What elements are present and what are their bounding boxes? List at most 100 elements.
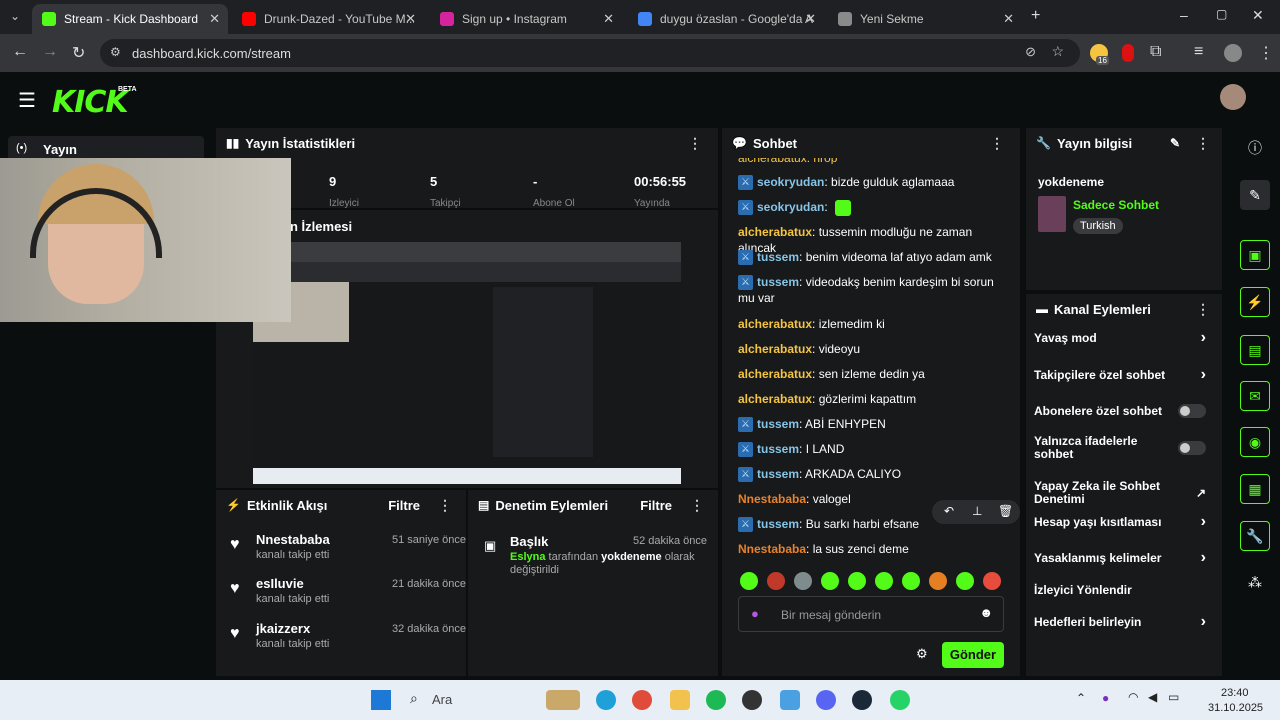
volume-icon[interactable]: ◀ <box>1148 690 1157 704</box>
channel-action-item[interactable]: Abonelere özel sohbet <box>1034 397 1206 425</box>
more-options-icon[interactable]: ⋮ <box>1196 301 1210 318</box>
chat-username[interactable]: tussem <box>757 417 799 431</box>
chat-input[interactable]: ● Bir mesaj gönderin ☻ <box>738 596 1004 632</box>
close-tab-icon[interactable]: ✕ <box>603 11 614 27</box>
channel-action-item[interactable]: Hesap yaşı kısıtlaması › <box>1034 508 1206 536</box>
back-icon[interactable]: ← <box>12 43 28 61</box>
microphone-icon[interactable]: ● <box>751 606 759 621</box>
chat-message[interactable]: ⚔ seokryudan: bizde gulduk aglamaaa <box>738 174 1008 191</box>
media-control-icon[interactable]: ≡ <box>1194 43 1203 61</box>
filter-button[interactable]: Filtre <box>388 498 420 513</box>
spotify-icon[interactable] <box>706 690 726 710</box>
toggle-switch[interactable] <box>1178 404 1206 418</box>
send-button[interactable]: Gönder <box>942 642 1004 668</box>
chat-username[interactable]: tussem <box>757 467 799 481</box>
search-icon[interactable]: ⌕ <box>410 690 418 707</box>
browser-tab[interactable]: Sign up • Instagram ✕ <box>430 4 622 34</box>
wifi-icon[interactable]: ◠ <box>1128 690 1138 704</box>
follower-name[interactable]: jkaizzerx <box>256 621 310 636</box>
chat-username[interactable]: alcherabatux <box>738 225 812 239</box>
emote-icon[interactable] <box>956 572 974 590</box>
close-tab-icon[interactable]: ✕ <box>805 11 816 27</box>
microphone-icon[interactable]: ● <box>1102 691 1109 705</box>
bookmark-star-icon[interactable]: ☆ <box>1051 43 1064 60</box>
user-avatar[interactable] <box>1220 84 1246 110</box>
taskbar-search[interactable]: Ara <box>432 692 452 707</box>
chat-settings-icon[interactable]: ⚙ <box>916 646 928 662</box>
share-nodes-icon[interactable]: ⁂ <box>1240 567 1270 597</box>
chat-username[interactable]: Nnestababa <box>738 492 806 506</box>
emote-icon[interactable] <box>740 572 758 590</box>
reload-icon[interactable]: ↻ <box>72 43 85 63</box>
delete-icon[interactable]: 🗑 <box>998 504 1013 518</box>
chat-username[interactable]: alcherabatux <box>738 392 812 406</box>
emote-icon[interactable] <box>902 572 920 590</box>
steam-icon[interactable] <box>852 690 872 710</box>
chat-message[interactable]: alcherabatux: videoyu <box>738 341 1008 357</box>
browser-tab[interactable]: Drunk-Dazed - YouTube M... ✕ <box>232 4 424 34</box>
reply-icon[interactable]: ↶ <box>944 504 954 518</box>
battery-icon[interactable]: ▭ <box>1168 690 1179 704</box>
file-explorer-icon[interactable] <box>670 690 690 710</box>
chat-username[interactable]: seokryudan <box>757 200 824 214</box>
category-name[interactable]: Sadece Sohbet <box>1073 198 1159 212</box>
close-window-icon[interactable]: ✕ <box>1252 7 1264 24</box>
discord-icon[interactable] <box>816 690 836 710</box>
more-options-icon[interactable]: ⋮ <box>990 135 1004 152</box>
chat-username[interactable]: seokryudan <box>757 175 824 189</box>
follower-name[interactable]: Nnestababa <box>256 532 330 547</box>
maximize-icon[interactable]: ▢ <box>1216 7 1227 21</box>
emote-icon[interactable] <box>929 572 947 590</box>
channel-action-item[interactable]: Takipçilere özel sohbet › <box>1034 361 1206 389</box>
pin-icon[interactable]: ⊥ <box>972 504 982 518</box>
chat-message[interactable]: ⚔ tussem: ARKADA CALIYO <box>738 466 1008 483</box>
more-options-icon[interactable]: ⋮ <box>688 135 702 152</box>
follower-name[interactable]: esIluvie <box>256 576 304 591</box>
close-tab-icon[interactable]: ✕ <box>405 11 416 27</box>
profile-avatar-icon[interactable] <box>1224 44 1242 62</box>
lightning-icon[interactable]: ⚡ <box>1240 287 1270 317</box>
clock-date[interactable]: 31.10.2025 <box>1208 702 1263 714</box>
edit-pencil-icon[interactable]: ✎ <box>1170 136 1180 150</box>
emote-icon[interactable] <box>848 572 866 590</box>
extensions-puzzle-icon[interactable]: ⧉ <box>1150 43 1161 61</box>
screen-capture-icon[interactable]: ▣ <box>1240 240 1270 270</box>
chat-message[interactable]: ⚔ tussem: videodakş benim kardeşim bi sor… <box>738 274 1008 306</box>
tray-chevron-icon[interactable]: ⌃ <box>1076 691 1086 705</box>
forward-icon[interactable]: → <box>42 43 58 61</box>
chat-message[interactable]: Nnestababa: la sus zenci deme <box>738 541 1008 557</box>
minimize-icon[interactable]: – <box>1180 7 1188 23</box>
chat-username[interactable]: alcherabatux <box>738 342 812 356</box>
obs-icon[interactable] <box>742 690 762 710</box>
emoji-icon[interactable]: ☻ <box>979 605 993 620</box>
chat-message[interactable]: ⚔ seokryudan: <box>738 199 1008 216</box>
tab-list-icon[interactable]: ⌄ <box>10 9 20 23</box>
filter-button[interactable]: Filtre <box>640 498 672 513</box>
browser-tab[interactable]: duygu özaslan - Google'da Ara ✕ <box>628 4 824 34</box>
chat-username[interactable]: alcherabatux <box>738 317 812 331</box>
chat-message[interactable]: ⚔ tussem: ABİ ENHYPEN <box>738 416 1008 433</box>
channel-action-item[interactable]: Yavaş mod › <box>1034 324 1206 352</box>
new-tab-icon[interactable]: + <box>1031 7 1040 25</box>
channel-action-item[interactable]: Hedefleri belirleyin › <box>1034 608 1206 636</box>
eye-off-icon[interactable]: ⊘ <box>1025 44 1036 60</box>
chat-username[interactable]: tussem <box>757 517 799 531</box>
channel-action-item[interactable]: Yasaklanmış kelimeler › <box>1034 544 1206 572</box>
chat-message[interactable]: ⚔ tussem: benim videoma laf atıyo adam am… <box>738 249 1008 266</box>
info-icon[interactable]: ⓘ <box>1240 133 1270 163</box>
emote-icon[interactable] <box>983 572 1001 590</box>
clock-time[interactable]: 23:40 <box>1221 687 1249 699</box>
chat-message[interactable]: alcherabatux: sen izleme dedin ya <box>738 366 1008 382</box>
more-options-icon[interactable]: ⋮ <box>1196 135 1210 152</box>
site-info-icon[interactable]: ⚙ <box>110 45 121 59</box>
channel-action-item[interactable]: Yapay Zeka ile Sohbet Denetimi ↗ <box>1034 476 1206 510</box>
chat-username[interactable]: tussem <box>757 250 799 264</box>
widgets-icon[interactable] <box>546 690 580 710</box>
more-options-icon[interactable]: ⋮ <box>690 497 704 514</box>
toggle-switch[interactable] <box>1178 441 1206 455</box>
channel-action-item[interactable]: İzleyici Yönlendir <box>1034 576 1206 604</box>
document-icon[interactable]: ▤ <box>1240 335 1270 365</box>
chat-username[interactable]: Nnestababa <box>738 542 806 556</box>
chat-message[interactable]: ⚔ tussem: I LAND <box>738 441 1008 458</box>
chrome-icon[interactable] <box>632 690 652 710</box>
